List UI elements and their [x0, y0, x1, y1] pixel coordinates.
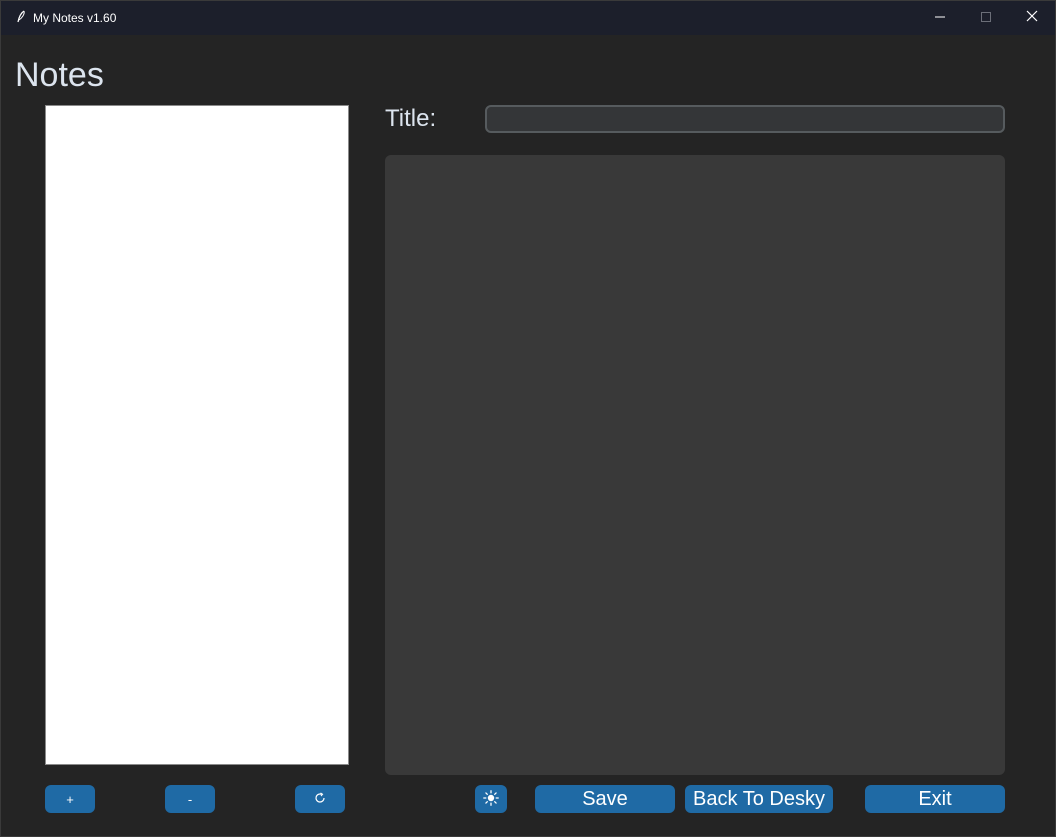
refresh-button[interactable] — [295, 785, 345, 813]
minimize-button[interactable] — [917, 1, 963, 35]
remove-note-button[interactable]: - — [165, 785, 215, 813]
theme-toggle-button[interactable] — [475, 785, 507, 813]
maximize-icon — [981, 9, 991, 27]
refresh-icon — [314, 792, 326, 807]
page-title: Notes — [15, 56, 104, 94]
title-label: Title: — [385, 105, 437, 132]
maximize-button[interactable] — [963, 1, 1009, 35]
feather-pen-icon — [15, 10, 27, 24]
title-input[interactable] — [485, 105, 1005, 133]
close-button[interactable] — [1009, 1, 1055, 35]
exit-button[interactable]: Exit — [865, 785, 1005, 813]
close-icon — [1026, 9, 1038, 27]
note-body-textbox[interactable] — [385, 155, 1005, 775]
notes-listbox[interactable] — [45, 105, 349, 765]
minimize-icon — [935, 9, 945, 27]
add-note-button[interactable]: + — [45, 785, 95, 813]
save-button[interactable]: Save — [535, 785, 675, 813]
window-title: My Notes v1.60 — [33, 11, 117, 25]
back-to-desky-button[interactable]: Back To Desky — [685, 785, 833, 813]
app-window: My Notes v1.60 Notes Title: + - Save Bac… — [0, 0, 1056, 837]
sun-icon — [483, 789, 499, 809]
window-titlebar[interactable]: My Notes v1.60 — [1, 1, 1055, 35]
